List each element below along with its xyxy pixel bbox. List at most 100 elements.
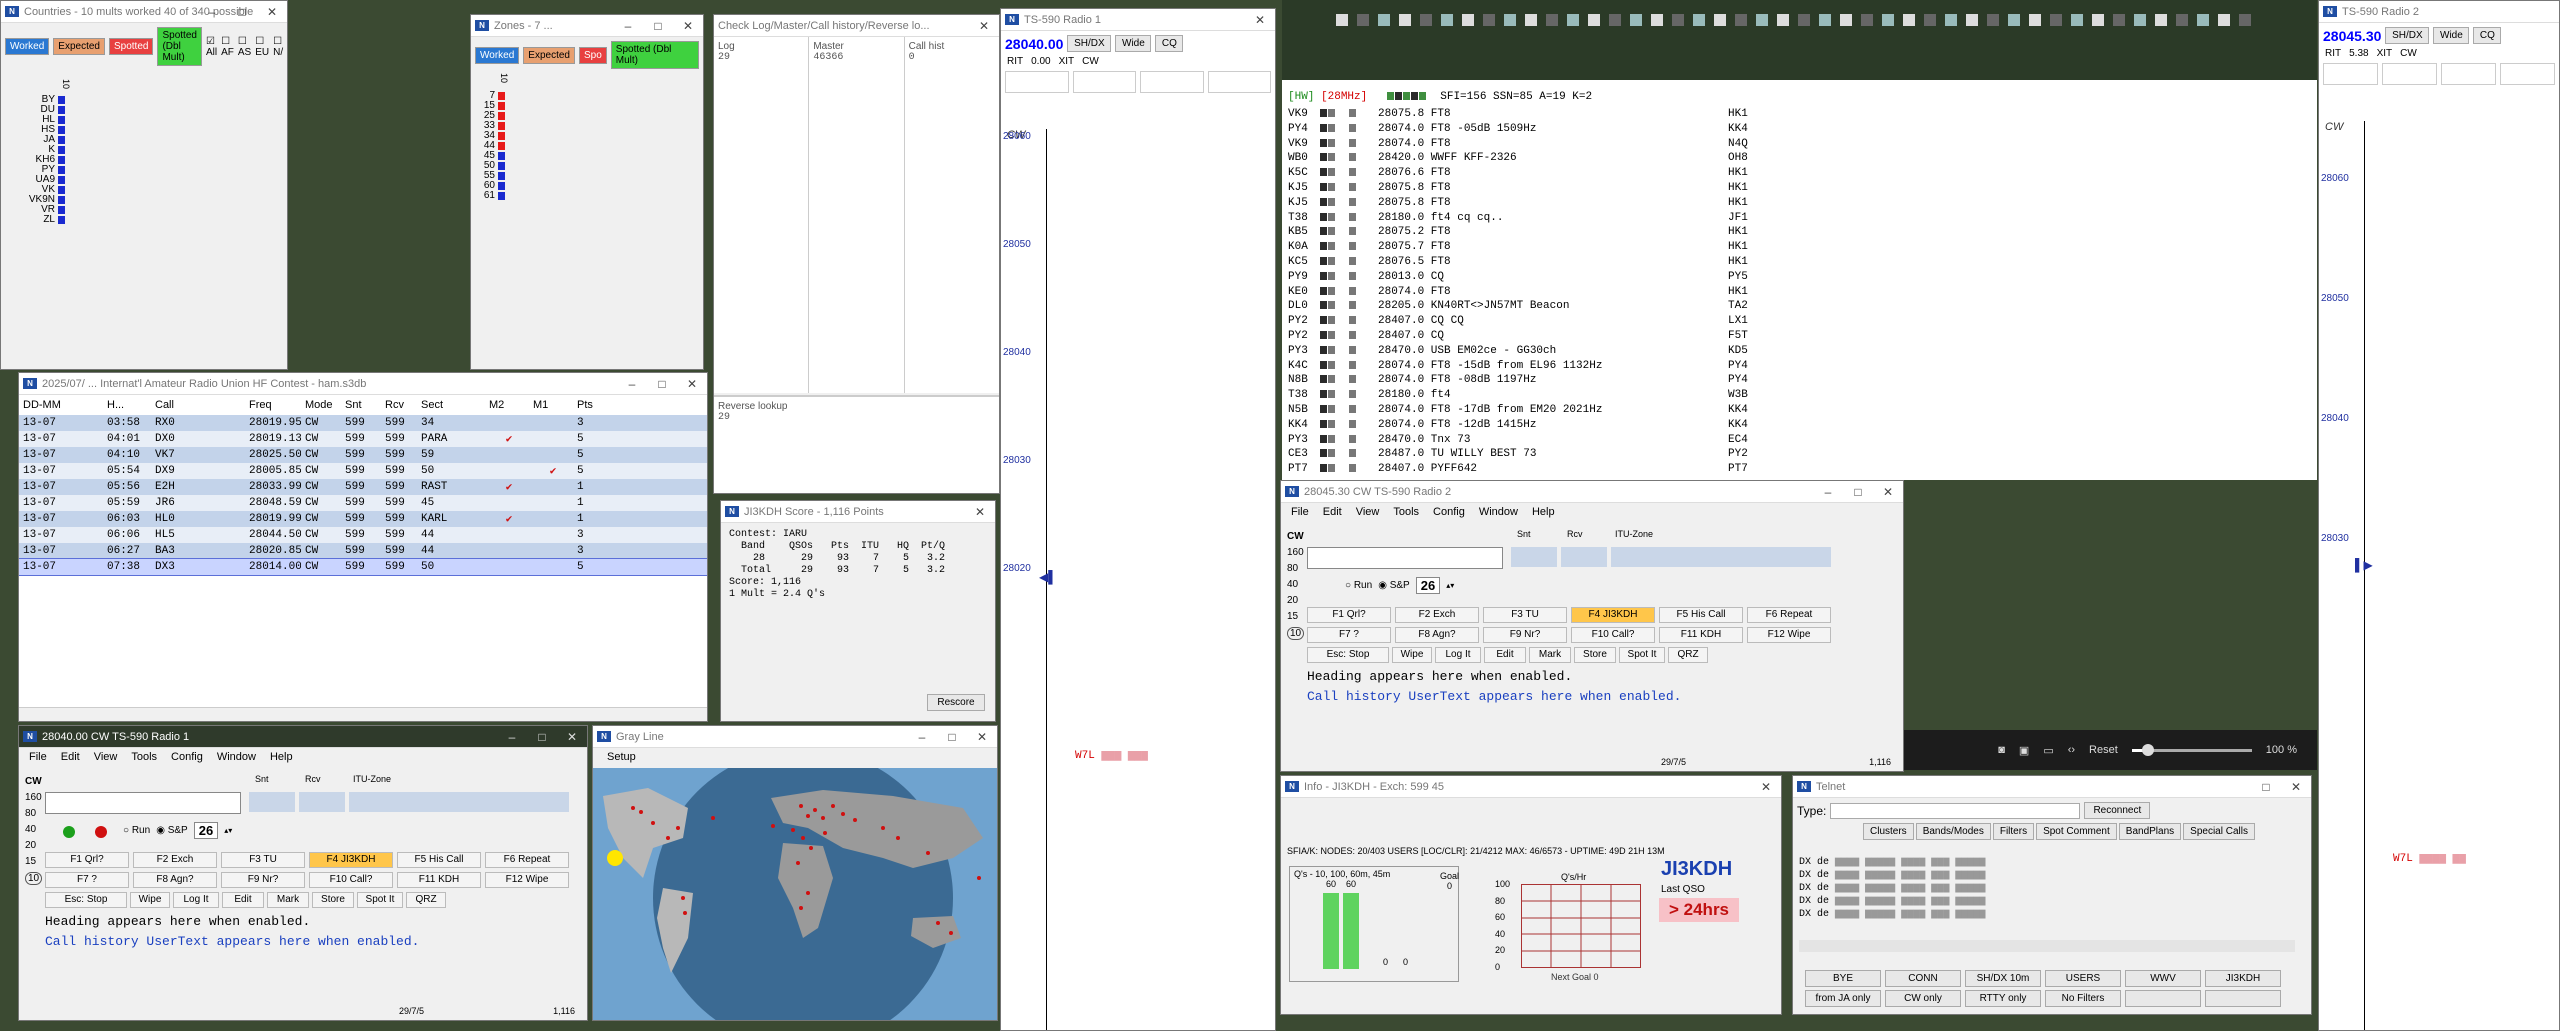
toolbar-icon[interactable] [1945, 14, 1957, 26]
toolbar-icon[interactable] [1546, 14, 1558, 26]
function-key[interactable]: F4 JI3KDH [1571, 607, 1655, 623]
menu-help[interactable]: Help [1532, 506, 1555, 520]
function-key[interactable]: Mark [1529, 647, 1571, 663]
band-button[interactable]: 160 [25, 792, 42, 803]
field[interactable] [2323, 63, 2378, 85]
info-titlebar[interactable]: N Info - JI3KDH - Exch: 599 45 ✕ [1281, 776, 1781, 798]
menu-edit[interactable]: Edit [61, 751, 80, 765]
function-key[interactable]: F11 KDH [397, 872, 481, 888]
toolbar-icon[interactable] [1441, 14, 1453, 26]
telnet-button[interactable]: SH/DX 10m [1965, 970, 2041, 987]
menu-tools[interactable]: Tools [1393, 506, 1419, 520]
field[interactable] [1005, 71, 1069, 93]
spot-row[interactable]: KJ5 28075.8 FT8 HK1 [1288, 196, 1758, 211]
menu-view[interactable]: View [1356, 506, 1380, 520]
spot-row[interactable]: K4C 28074.0 FT8 -15dB from EL96 1132Hz PY… [1288, 359, 1758, 374]
cq-button[interactable]: CQ [2473, 27, 2502, 44]
table-row[interactable]: 13-07 06:03 HL0 28019.99 CW 599 599 KARL ✔ 1 [19, 511, 707, 527]
toolbar-icon[interactable] [1462, 14, 1474, 26]
table-row[interactable]: 13-07 05:59 JR6 28048.59 CW 599 599 45 1 [19, 495, 707, 511]
spot-row[interactable]: KB5 28075.2 FT8 HK1 [1288, 225, 1758, 240]
function-key[interactable]: Wipe [1392, 647, 1432, 663]
toolbar-icon[interactable] [1525, 14, 1537, 26]
band-button[interactable]: 80 [1287, 563, 1298, 574]
check-as[interactable]: ☐ AS [238, 36, 251, 58]
close-icon[interactable]: ✕ [965, 501, 995, 522]
toolbar-icon[interactable] [1798, 14, 1810, 26]
tab-spotted[interactable]: Spotted [108, 38, 154, 55]
toolbar-icon[interactable] [1735, 14, 1747, 26]
function-key[interactable]: F10 Call? [1571, 627, 1655, 643]
tab-worked[interactable]: Worked [5, 38, 50, 55]
table-row[interactable]: 13-07 04:10 VK7 28025.50 CW 599 599 59 5 [19, 447, 707, 463]
function-key[interactable]: QRZ [406, 892, 446, 908]
toolbar-icon[interactable] [1924, 14, 1936, 26]
menu-help[interactable]: Help [270, 751, 293, 765]
table-row[interactable]: 13-07 05:56 E2H 28033.99 CW 599 599 RAST ✔ 1 [19, 479, 707, 495]
checklog-titlebar[interactable]: Check Log/Master/Call history/Reverse lo… [714, 15, 999, 37]
toolbar-icon[interactable] [1777, 14, 1789, 26]
camera-icon[interactable]: ◙ [1998, 744, 2005, 756]
toolbar-icon[interactable] [1504, 14, 1516, 26]
log-col-header[interactable]: Snt [341, 399, 381, 411]
log-col-header[interactable]: Sect [417, 399, 485, 411]
code-icon[interactable]: ‹› [2068, 744, 2075, 756]
close-icon[interactable]: ✕ [967, 726, 997, 747]
rcv-field[interactable] [299, 792, 345, 812]
menu-window[interactable]: Window [1479, 506, 1518, 520]
telnet-tab[interactable]: BandPlans [2118, 823, 2182, 840]
band-button[interactable]: 10 [1287, 627, 1305, 640]
telnet-button[interactable]: RTTY only [1965, 990, 2041, 1007]
bandmap1-spot[interactable]: W7L ▆▆▆ ▆▆▆ [1075, 748, 1148, 762]
maximize-icon[interactable]: □ [2251, 776, 2281, 797]
function-key[interactable]: Edit [1484, 647, 1526, 663]
table-row[interactable]: 13-07 03:58 RX0 28019.95 CW 599 599 34 3 [19, 415, 707, 431]
function-key[interactable]: F12 Wipe [1747, 627, 1831, 643]
spot-row[interactable]: KK4 28074.0 FT8 -12dB 1415Hz KK4 [1288, 418, 1758, 433]
toolbar-icon[interactable] [1399, 14, 1411, 26]
minimize-icon[interactable]: – [1813, 481, 1843, 502]
bandmap2-titlebar[interactable]: N TS-590 Radio 2 [2319, 1, 2559, 23]
function-key[interactable]: Esc: Stop [1307, 647, 1389, 663]
toolbar-icon[interactable] [1672, 14, 1684, 26]
check-na[interactable]: ☐ N/ [273, 36, 283, 58]
function-key[interactable]: F10 Call? [309, 872, 393, 888]
tab-spotted[interactable]: Spo [578, 46, 607, 64]
toolbar-icon[interactable] [2197, 14, 2209, 26]
function-key[interactable]: Log It [173, 892, 219, 908]
function-key[interactable]: F7 ? [1307, 627, 1391, 643]
menu-view[interactable]: View [94, 751, 118, 765]
image-icon[interactable]: ▣ [2019, 744, 2029, 757]
spot-row[interactable]: CE3 28487.0 TU WILLY BEST 73 PY2 [1288, 447, 1758, 462]
function-key[interactable]: Spot It [357, 892, 403, 908]
telnet-button[interactable]: CONN [1885, 970, 1961, 987]
serial-spinner-icon[interactable]: ▴▾ [1446, 581, 1454, 590]
telnet-button[interactable]: JI3KDH [2205, 970, 2281, 987]
table-row[interactable]: 13-07 06:06 HL5 28044.50 CW 599 599 44 3 [19, 527, 707, 543]
spot-row[interactable]: T38 28180.0 ft4 W3B [1288, 388, 1758, 403]
shdx-button[interactable]: SH/DX [1067, 35, 1112, 52]
function-key[interactable]: F7 ? [45, 872, 129, 888]
spot-row[interactable]: PY2 28407.0 CQ F5T [1288, 329, 1758, 344]
log-col-header[interactable]: Freq [245, 399, 301, 411]
zoom-slider[interactable] [2131, 743, 2252, 756]
grayline-titlebar[interactable]: N Gray Line – □ ✕ [593, 726, 997, 748]
function-key[interactable]: F8 Agn? [133, 872, 217, 888]
spot-row[interactable]: PY9 28013.0 CQ PY5 [1288, 270, 1758, 285]
function-key[interactable]: QRZ [1668, 647, 1708, 663]
bandmap1-cursor-icon[interactable]: ◀▌ [1039, 570, 1057, 584]
zones-titlebar[interactable]: N Zones - 7 ... – □ ✕ [471, 15, 703, 37]
shdx-button[interactable]: SH/DX [2385, 27, 2430, 44]
maximize-icon[interactable]: □ [937, 726, 967, 747]
spot-row[interactable]: PY2 28407.0 CQ CQ LX1 [1288, 314, 1758, 329]
band-button[interactable]: CW [25, 776, 42, 787]
band-button[interactable]: 40 [1287, 579, 1298, 590]
telnet-titlebar[interactable]: N Telnet □ ✕ [1793, 776, 2311, 798]
run-radio[interactable]: ○ Run [1345, 580, 1372, 591]
toolbar-icon[interactable] [2071, 14, 2083, 26]
serial-spinner-icon[interactable]: ▴▾ [224, 826, 232, 835]
countries-titlebar[interactable]: N Countries - 10 mults worked 40 of 340 p… [1, 1, 287, 23]
band-button[interactable]: 80 [25, 808, 36, 819]
toolbar-icon[interactable] [1987, 14, 1999, 26]
tab-spotted-dbl[interactable]: Spotted (Dbl Mult) [157, 27, 202, 66]
